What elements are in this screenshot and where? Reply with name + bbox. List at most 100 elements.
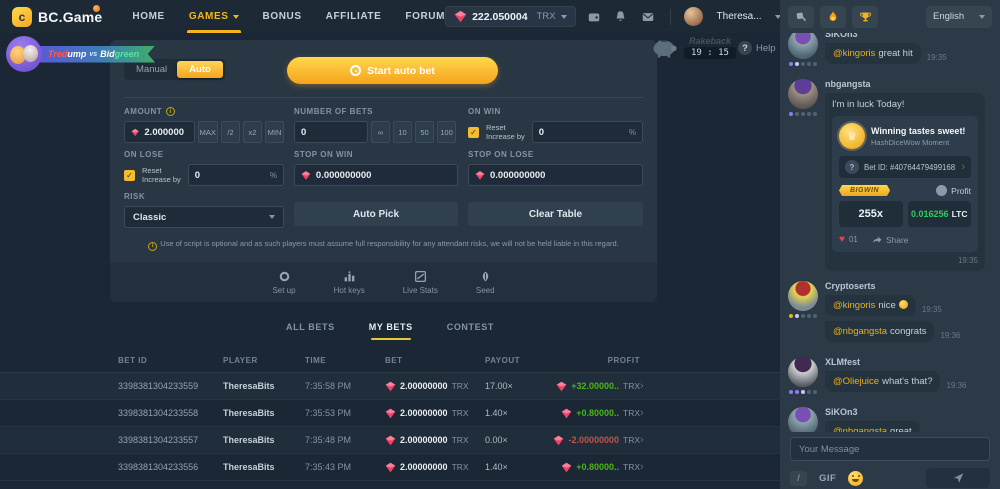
nav-item-games[interactable]: GAMES (189, 0, 239, 33)
nav-item-bonus[interactable]: BONUS (263, 0, 302, 33)
chat-fire-button[interactable] (820, 6, 846, 28)
chevron-down-icon (269, 215, 275, 219)
setup-button[interactable]: Set up (272, 270, 295, 295)
slash-commands-button[interactable]: / (790, 471, 807, 486)
chevron-right-icon[interactable]: › (640, 434, 656, 446)
gif-button[interactable]: GIF (819, 473, 836, 484)
info-icon[interactable]: i (166, 107, 175, 116)
mention[interactable]: @nbgangsta (833, 326, 887, 337)
on-win-input[interactable] (539, 127, 624, 138)
message-time: 19:36 (946, 381, 966, 392)
chat-username[interactable]: Cryptoserts (825, 281, 992, 291)
chat-username[interactable]: SiKOn3 (825, 33, 992, 39)
on-win-reset-checkbox[interactable]: ✓ (468, 127, 479, 138)
bets-input-box (294, 121, 368, 143)
start-auto-bet-button[interactable]: Start auto bet (287, 57, 498, 84)
mention[interactable]: @kingoris (833, 300, 875, 311)
hot-keys-button[interactable]: Hot keys (334, 270, 365, 295)
seed-button[interactable]: Seed (476, 270, 495, 295)
logo[interactable]: c BC.Game (12, 7, 102, 27)
table-row[interactable]: 3398381304233556 TheresaBits 7:35:43 PM … (0, 454, 780, 481)
avatar[interactable] (788, 407, 818, 432)
chat-username[interactable]: nbgangsta (825, 79, 992, 89)
my-bets-table: BET ID PLAYER TIME BET PAYOUT PROFIT 339… (0, 349, 780, 481)
amount-half-button[interactable]: /2 (221, 121, 240, 143)
bc-game-app: c BC.Game HOME GAMES BONUS AFFILIATE FOR… (0, 0, 1000, 489)
number-of-bets-input[interactable] (301, 127, 361, 138)
promo-banner[interactable]: Tredump vs Bidgreen (6, 36, 155, 72)
chat-messages[interactable]: SiKOn3 @kingorisgreat hit 19:35 nbgangst… (780, 33, 1000, 432)
mention[interactable]: @kingoris (833, 48, 875, 59)
bets-infinity-button[interactable]: ∞ (371, 121, 390, 143)
script-disclaimer: iUse of script is optional and as such p… (134, 239, 633, 251)
header-player: PLAYER (223, 356, 305, 365)
chat-username[interactable]: SiKOn3 (825, 407, 992, 417)
messages-button[interactable] (639, 8, 657, 26)
help-widget[interactable]: ? Help (738, 41, 776, 55)
stop-on-lose-input[interactable] (490, 170, 636, 181)
bets-100-button[interactable]: 100 (437, 121, 456, 143)
language-selector[interactable]: English (926, 6, 992, 28)
table-row[interactable]: 3398381304233557 TheresaBits 7:35:48 PM … (0, 427, 780, 454)
chat-games-button[interactable] (788, 6, 814, 28)
bets-50-button[interactable]: 50 (415, 121, 434, 143)
trx-coin-icon (385, 435, 396, 446)
tab-my-bets[interactable]: MY BETS (367, 316, 415, 340)
table-row[interactable]: 3398381304233558 TheresaBits 7:35:53 PM … (0, 400, 780, 427)
profit-label: Profit (951, 186, 971, 196)
chat-bubble: @nbgangstagreat (825, 421, 920, 432)
share-button[interactable]: Share (872, 235, 909, 245)
on-win-input-box: % (532, 121, 643, 143)
tab-all-bets[interactable]: ALL BETS (284, 316, 337, 340)
amount-max-button[interactable]: MAX (198, 121, 218, 143)
bets-10-button[interactable]: 10 (393, 121, 412, 143)
auto-mode-button[interactable]: Auto (177, 61, 223, 78)
on-lose-input[interactable] (195, 170, 265, 181)
amount-double-button[interactable]: x2 (243, 121, 262, 143)
live-stats-button[interactable]: Live Stats (403, 270, 438, 295)
rakeback-info: Rakeback 19 : 15 (684, 36, 736, 59)
auto-pick-button[interactable]: Auto Pick (294, 202, 458, 226)
balance-value: 222.050004 (472, 11, 527, 23)
nav-item-forum[interactable]: FORUM (405, 0, 445, 33)
chat-message-input[interactable] (790, 437, 990, 461)
nav-item-home[interactable]: HOME (132, 0, 164, 33)
rakeback-widget[interactable]: Rakeback 19 : 15 (650, 35, 736, 59)
message-text: I'm in luck Today! (832, 99, 978, 110)
clear-table-button[interactable]: Clear Table (468, 202, 643, 226)
win-card[interactable]: ♛ Winning tastes sweet! HashDiceWow Mome… (832, 116, 978, 252)
table-row[interactable]: 3398381304233559 TheresaBits 7:35:58 PM … (0, 373, 780, 400)
balance-selector[interactable]: 222.050004 TRX (445, 6, 575, 27)
on-lose-reset-checkbox[interactable]: ✓ (124, 170, 135, 181)
avatar[interactable] (788, 79, 818, 109)
win-card-bet-id[interactable]: ? Bet ID: #4076447949916814 › (839, 156, 971, 178)
seed-icon (479, 270, 492, 283)
avatar[interactable] (788, 281, 818, 311)
chevron-right-icon[interactable]: › (640, 461, 656, 473)
chat-trophy-button[interactable] (852, 6, 878, 28)
user-avatar[interactable] (684, 7, 703, 26)
medal-icon: ♛ (839, 123, 865, 149)
notifications-button[interactable] (612, 8, 630, 26)
risk-dropdown[interactable]: Classic (124, 206, 284, 228)
bigwin-badge: BIGWIN (839, 185, 890, 196)
wallet-button[interactable] (585, 8, 603, 26)
mention[interactable]: @Oliejuice (833, 376, 879, 387)
on-lose-label: ON LOSE (124, 150, 164, 159)
tab-contest[interactable]: CONTEST (445, 316, 496, 340)
avatar[interactable] (788, 357, 818, 387)
emoji-picker-button[interactable] (848, 471, 863, 486)
avatar[interactable] (788, 33, 818, 59)
amount-input[interactable] (144, 127, 187, 138)
stop-on-win-input[interactable] (316, 170, 451, 181)
chevron-right-icon[interactable]: › (640, 407, 656, 419)
chat-username[interactable]: XLMfest (825, 357, 992, 367)
chevron-right-icon[interactable]: › (640, 380, 656, 392)
send-message-button[interactable] (926, 468, 990, 488)
nav-item-affiliate[interactable]: AFFILIATE (326, 0, 382, 33)
like-button[interactable]: ♥ (839, 234, 845, 245)
number-of-bets-section: NUMBER OF BETS ∞ 10 50 100 (294, 107, 458, 143)
bet-id: 3398381304233559 (118, 381, 223, 391)
amount-min-button[interactable]: MIN (265, 121, 284, 143)
percent-suffix: % (629, 128, 636, 137)
